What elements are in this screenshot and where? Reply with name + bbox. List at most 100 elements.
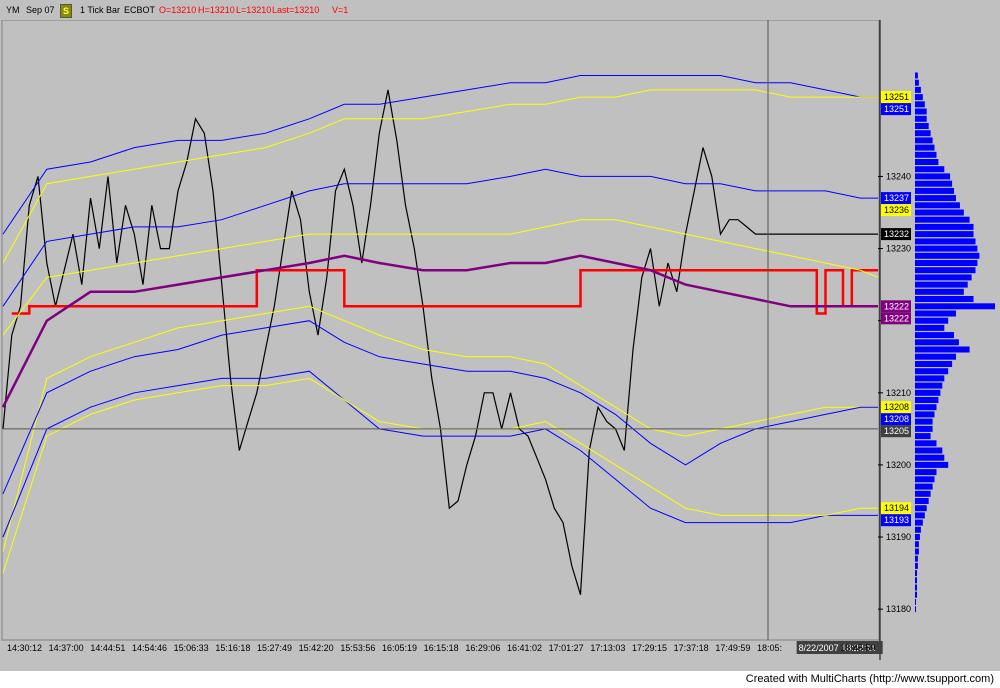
volume-bar bbox=[915, 130, 931, 137]
price-label: 13251 bbox=[884, 92, 909, 102]
volume-bar bbox=[915, 166, 945, 173]
volume-bar bbox=[915, 346, 970, 353]
volume-bar bbox=[915, 505, 927, 512]
y-tick-label: 13180 bbox=[886, 604, 911, 614]
volume-bar bbox=[915, 324, 945, 331]
volume-bar bbox=[915, 267, 976, 274]
chart-header: YM Sep 07 S 1 Tick Bar ECBOT O=13210 H=1… bbox=[0, 0, 1000, 20]
volume-bar bbox=[915, 404, 937, 411]
volume-bar bbox=[915, 296, 974, 302]
volume-bar bbox=[915, 541, 919, 548]
volume-bar bbox=[915, 353, 956, 360]
volume-bar bbox=[915, 382, 943, 389]
volume-bar bbox=[915, 570, 917, 577]
y-tick-label: 13190 bbox=[886, 532, 911, 542]
x-tick-label: 17:01:27 bbox=[549, 643, 584, 653]
open-value: O=13210 bbox=[159, 5, 197, 15]
volume-bar bbox=[915, 555, 918, 562]
price-chart[interactable]: 1318013190132001321013220132301324014:30… bbox=[0, 20, 1000, 671]
volume-bar bbox=[915, 577, 917, 584]
price-label: 13236 bbox=[884, 205, 909, 215]
volume-bar bbox=[915, 202, 960, 209]
volume-bar bbox=[915, 238, 976, 245]
symbol-label: YM bbox=[6, 5, 20, 15]
footer-credit: Created with MultiCharts (http://www.tsu… bbox=[745, 673, 994, 685]
volume-bar bbox=[915, 137, 933, 144]
volume-bar bbox=[915, 231, 974, 238]
x-tick-label: 15:16:18 bbox=[215, 643, 250, 653]
volume-bar bbox=[915, 332, 954, 339]
x-tick-label: 17:49:59 bbox=[715, 643, 750, 653]
volume-bar bbox=[915, 223, 974, 230]
volume-bar bbox=[915, 260, 978, 266]
volume-bar bbox=[915, 519, 923, 526]
exchange-label: ECBOT bbox=[124, 5, 156, 15]
low-value: L=13210 bbox=[236, 5, 272, 15]
volume-bar bbox=[915, 317, 949, 324]
volume-bar bbox=[915, 598, 916, 605]
price-label: 13222 bbox=[884, 301, 909, 311]
chart-window: YM Sep 07 S 1 Tick Bar ECBOT O=13210 H=1… bbox=[0, 0, 1000, 688]
volume-bar bbox=[915, 303, 995, 310]
volume-bar bbox=[915, 86, 921, 93]
price-label: 13222 bbox=[884, 313, 909, 323]
volume-bar bbox=[915, 187, 954, 194]
volume-bar bbox=[915, 281, 968, 288]
volume-bar bbox=[915, 548, 919, 555]
price-label: 13251 bbox=[884, 104, 909, 114]
high-value: H=13210 bbox=[198, 5, 235, 15]
volume-bar bbox=[915, 418, 933, 425]
x-tick-label: 16:41:02 bbox=[507, 643, 542, 653]
x-tick-label: 14:54:46 bbox=[132, 643, 167, 653]
volume-bar bbox=[915, 274, 972, 281]
volume-bar bbox=[915, 151, 937, 158]
x-tick-label: 16:29:06 bbox=[465, 643, 500, 653]
x-tick-label: 14:37:00 bbox=[49, 643, 84, 653]
volume-bar bbox=[915, 440, 937, 447]
volume-bar bbox=[915, 123, 929, 129]
bar-type-label: 1 Tick Bar bbox=[80, 5, 121, 15]
y-tick-label: 13240 bbox=[886, 171, 911, 181]
volume-bar bbox=[915, 180, 953, 187]
volume-bar bbox=[915, 115, 927, 122]
y-tick-label: 13230 bbox=[886, 244, 911, 254]
volume-bar bbox=[915, 606, 916, 613]
volume-bar bbox=[915, 173, 951, 180]
volume-bar bbox=[915, 433, 931, 440]
volume-bar bbox=[915, 245, 978, 252]
volume-bar bbox=[915, 425, 933, 432]
volume-bar bbox=[915, 288, 964, 295]
volume-bar bbox=[915, 216, 970, 223]
status-badge[interactable]: S bbox=[60, 4, 73, 18]
volume-bar bbox=[915, 591, 917, 598]
volume-bar bbox=[915, 209, 964, 216]
footer: Created with MultiCharts (http://www.tsu… bbox=[0, 671, 1000, 688]
x-tick-label: 14:44:51 bbox=[90, 643, 125, 653]
volume-bar bbox=[915, 195, 956, 202]
price-label: 13237 bbox=[884, 193, 909, 203]
price-label: 13194 bbox=[884, 503, 909, 513]
volume-bar bbox=[915, 79, 919, 86]
volume-bar bbox=[915, 411, 935, 418]
price-label: 13205 bbox=[884, 426, 909, 436]
volume-bar bbox=[915, 389, 941, 396]
x-tick-label: 15:53:56 bbox=[340, 643, 375, 653]
x-tick-label: 18:45:59 bbox=[840, 643, 875, 653]
volume-bar bbox=[915, 144, 935, 151]
volume-bar bbox=[915, 534, 920, 540]
x-tick-label: 16:05:19 bbox=[382, 643, 417, 653]
x-tick-label: 14:30:12 bbox=[7, 643, 42, 653]
volume-bar bbox=[915, 361, 953, 367]
volume-bar bbox=[915, 512, 925, 519]
volume-bar bbox=[915, 562, 918, 569]
x-tick-label: 17:29:15 bbox=[632, 643, 667, 653]
x-tick-label: 15:42:20 bbox=[299, 643, 334, 653]
volume-bar bbox=[915, 483, 933, 490]
volume-bar bbox=[915, 310, 956, 317]
volume-bar bbox=[915, 108, 927, 115]
volume-value: V=1 bbox=[332, 5, 349, 15]
volume-bar bbox=[915, 368, 949, 375]
volume-bar bbox=[915, 94, 923, 101]
volume-bar bbox=[915, 159, 939, 165]
volume-bar bbox=[915, 584, 917, 591]
